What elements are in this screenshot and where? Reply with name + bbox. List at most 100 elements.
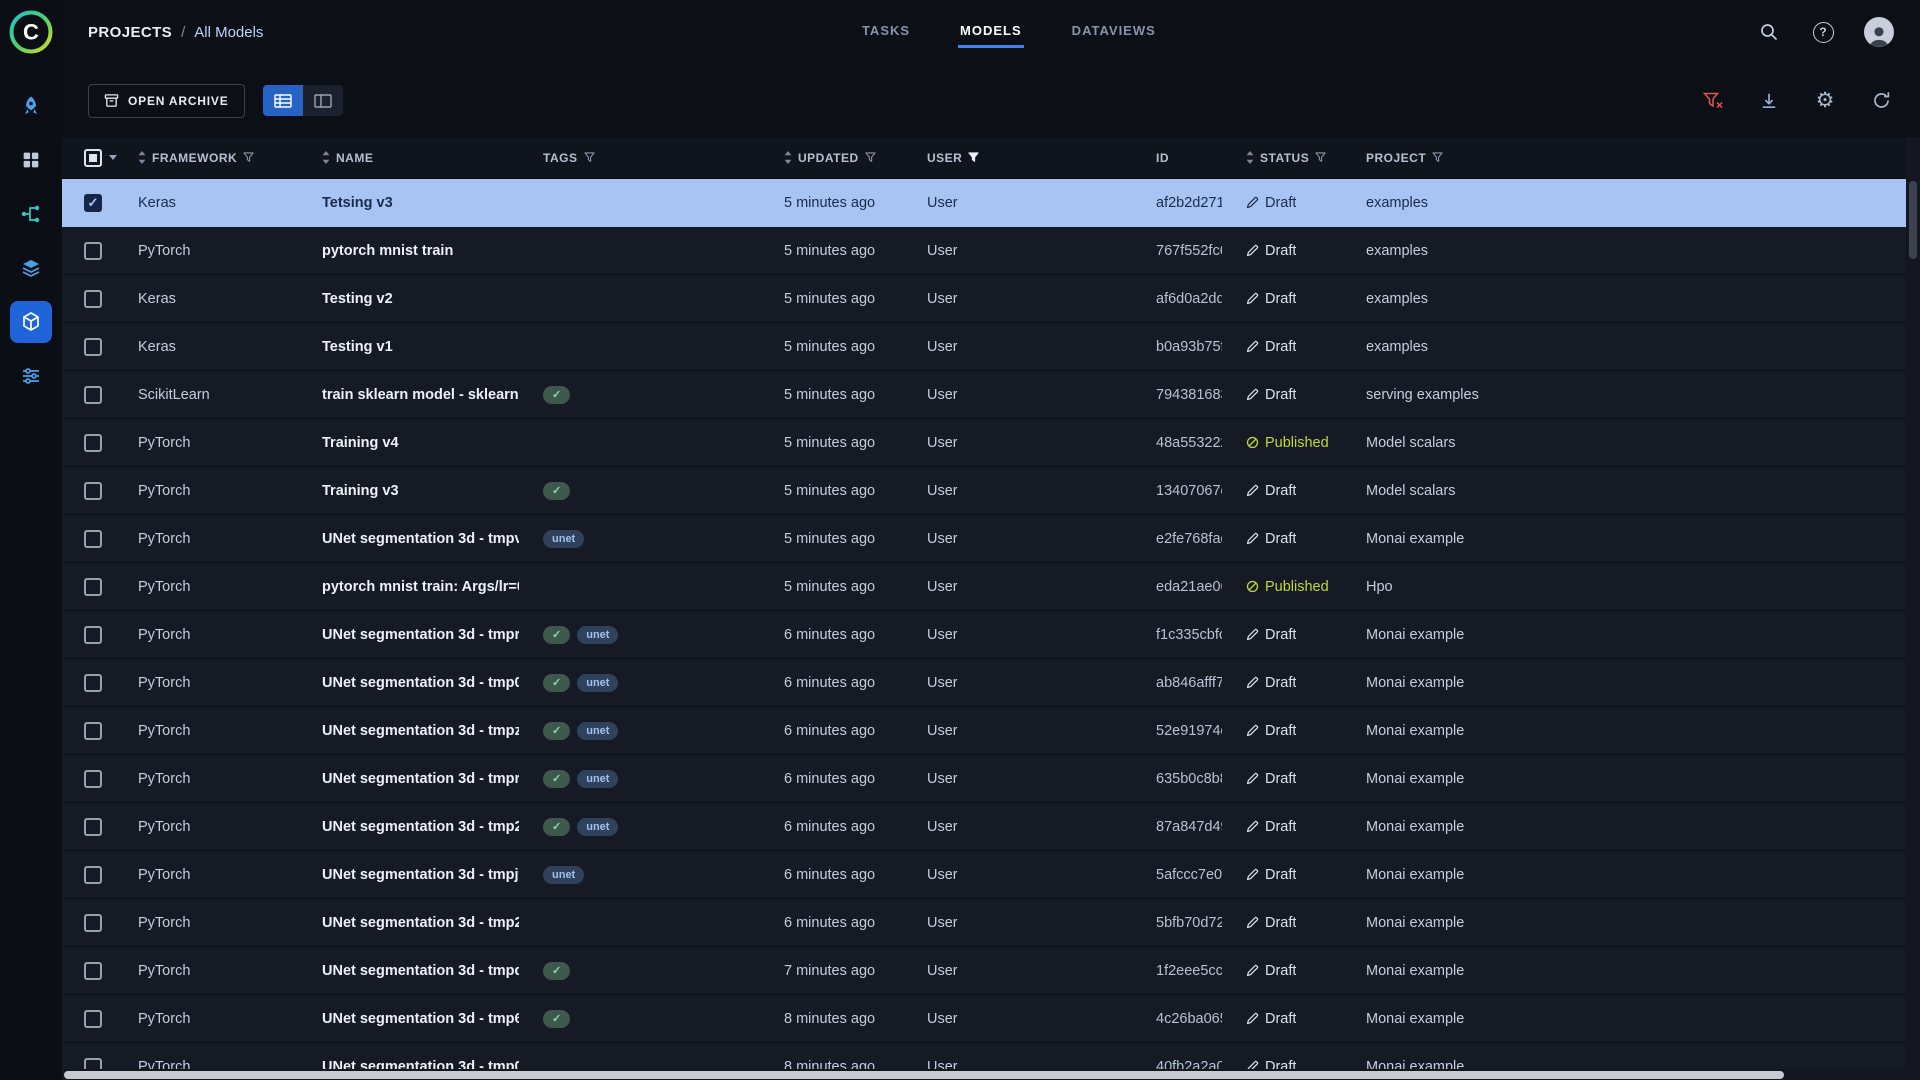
row-checkbox[interactable] — [84, 770, 102, 788]
row-checkbox[interactable] — [84, 962, 102, 980]
row-name[interactable]: UNet segmentation 3d - tmpdm4... — [310, 947, 531, 994]
row-name[interactable]: UNet segmentation 3d - tmp2kr0... — [310, 899, 531, 946]
row-checkbox[interactable] — [84, 386, 102, 404]
row-checkbox[interactable] — [84, 866, 102, 884]
settings-button[interactable]: ⚙ — [1812, 88, 1838, 114]
column-header-framework[interactable]: FRAMEWORK — [126, 137, 310, 178]
column-header-status[interactable]: STATUS — [1234, 137, 1354, 178]
row-name[interactable]: UNet segmentation 3d - tmprb9d... — [310, 611, 531, 658]
tab-dataviews[interactable]: DATAVIEWS — [1070, 0, 1158, 64]
column-header-user[interactable]: USER — [915, 137, 1144, 178]
table-row[interactable]: PyTorchUNet segmentation 3d - tmp0tu...✓… — [62, 659, 1906, 707]
table-row[interactable]: KerasTesting v15 minutes agoUserb0a93b75… — [62, 323, 1906, 371]
clear-filters-button[interactable] — [1700, 88, 1726, 114]
help-button[interactable]: ? — [1810, 19, 1836, 45]
vertical-scrollbar-thumb[interactable] — [1909, 181, 1917, 259]
row-name[interactable]: UNet segmentation 3d - tmp29rf... — [310, 803, 531, 850]
sidebar-item-projects[interactable] — [10, 139, 52, 181]
table-row[interactable]: ScikitLearntrain sklearn model - sklearn… — [62, 371, 1906, 419]
filter-icon[interactable] — [243, 152, 254, 163]
filter-icon[interactable] — [1432, 152, 1443, 163]
row-checkbox[interactable] — [84, 242, 102, 260]
row-name[interactable]: Testing v2 — [310, 275, 531, 322]
row-name[interactable]: UNet segmentation 3d - tmp6fq0... — [310, 995, 531, 1042]
row-name[interactable]: Testing v1 — [310, 323, 531, 370]
select-all-checkbox[interactable] — [84, 149, 102, 167]
row-checkbox[interactable] — [84, 290, 102, 308]
clearml-logo[interactable]: C — [6, 7, 56, 57]
download-button[interactable] — [1756, 88, 1782, 114]
filter-icon[interactable] — [865, 152, 876, 163]
row-name[interactable]: UNet segmentation 3d - tmpzh0... — [310, 707, 531, 754]
row-name[interactable]: Training v4 — [310, 419, 531, 466]
sort-icon[interactable] — [138, 151, 146, 164]
open-archive-button[interactable]: OPEN ARCHIVE — [88, 84, 245, 118]
vertical-scrollbar[interactable] — [1906, 137, 1920, 1080]
row-checkbox[interactable] — [84, 338, 102, 356]
sidebar-item-pipelines[interactable] — [10, 193, 52, 235]
column-header-updated[interactable]: UPDATED — [772, 137, 915, 178]
table-row[interactable]: PyTorchTraining v3✓5 minutes agoUser1340… — [62, 467, 1906, 515]
filter-icon[interactable] — [584, 152, 595, 163]
table-row[interactable]: PyTorchTraining v45 minutes agoUser48a55… — [62, 419, 1906, 467]
select-dropdown-caret-icon[interactable] — [109, 155, 117, 160]
filter-icon[interactable] — [1315, 152, 1326, 163]
tab-models[interactable]: MODELS — [958, 0, 1024, 64]
tab-tasks[interactable]: TASKS — [860, 0, 912, 64]
horizontal-scrollbar[interactable] — [62, 1069, 1906, 1080]
row-name[interactable]: pytorch mnist train: Args/lr=0.01 — [310, 563, 531, 610]
row-checkbox[interactable] — [84, 578, 102, 596]
table-row[interactable]: PyTorchUNet segmentation 3d - tmprrae...… — [62, 755, 1906, 803]
column-header-project[interactable]: PROJECT — [1354, 137, 1906, 178]
table-row[interactable]: PyTorchUNet segmentation 3d - tmpjfjpv..… — [62, 851, 1906, 899]
row-checkbox[interactable] — [84, 530, 102, 548]
table-row[interactable]: PyTorchUNet segmentation 3d - tmpvjhyl..… — [62, 515, 1906, 563]
table-row[interactable]: PyTorchUNet segmentation 3d - tmpzh0...✓… — [62, 707, 1906, 755]
table-row[interactable]: KerasTetsing v35 minutes agoUseraf2b2d27… — [62, 179, 1906, 227]
row-name[interactable]: Training v3 — [310, 467, 531, 514]
sidebar-item-models[interactable] — [10, 301, 52, 343]
table-row[interactable]: PyTorchUNet segmentation 3d - tmprb9d...… — [62, 611, 1906, 659]
row-checkbox[interactable] — [84, 194, 102, 212]
table-row[interactable]: PyTorchUNet segmentation 3d - tmp29rf...… — [62, 803, 1906, 851]
user-avatar[interactable] — [1864, 17, 1894, 47]
row-checkbox[interactable] — [84, 914, 102, 932]
row-checkbox[interactable] — [84, 482, 102, 500]
row-name[interactable]: UNet segmentation 3d - tmp0tu... — [310, 659, 531, 706]
row-name[interactable]: train sklearn model - sklearn-mo... — [310, 371, 531, 418]
search-button[interactable] — [1756, 19, 1782, 45]
breadcrumb-current[interactable]: All Models — [194, 24, 263, 41]
column-header-id[interactable]: ID — [1144, 137, 1234, 178]
row-name[interactable]: pytorch mnist train — [310, 227, 531, 274]
table-row[interactable]: PyTorchpytorch mnist train5 minutes agoU… — [62, 227, 1906, 275]
row-checkbox[interactable] — [84, 626, 102, 644]
sidebar-item-datasets[interactable] — [10, 247, 52, 289]
breadcrumb-projects[interactable]: PROJECTS — [88, 24, 172, 41]
table-row[interactable]: PyTorchUNet segmentation 3d - tmp2kr0...… — [62, 899, 1906, 947]
sort-icon[interactable] — [322, 151, 330, 164]
row-name[interactable]: UNet segmentation 3d - tmprrae... — [310, 755, 531, 802]
table-view-button[interactable] — [263, 85, 303, 116]
filter-icon[interactable] — [968, 152, 979, 163]
table-row[interactable]: PyTorchUNet segmentation 3d - tmpdm4...✓… — [62, 947, 1906, 995]
row-checkbox[interactable] — [84, 1010, 102, 1028]
sort-icon[interactable] — [1246, 151, 1254, 164]
row-checkbox[interactable] — [84, 722, 102, 740]
row-checkbox[interactable] — [84, 674, 102, 692]
sort-icon[interactable] — [784, 151, 792, 164]
sidebar-item-getting-started[interactable] — [10, 85, 52, 127]
row-name[interactable]: Tetsing v3 — [310, 179, 531, 226]
refresh-button[interactable] — [1868, 88, 1894, 114]
horizontal-scrollbar-thumb[interactable] — [64, 1071, 1784, 1079]
row-name[interactable]: UNet segmentation 3d - tmpjfjpv... — [310, 851, 531, 898]
table-row[interactable]: KerasTesting v25 minutes agoUseraf6d0a2d… — [62, 275, 1906, 323]
row-name[interactable]: UNet segmentation 3d - tmpvjhyl... — [310, 515, 531, 562]
card-view-button[interactable] — [303, 85, 343, 116]
row-checkbox[interactable] — [84, 434, 102, 452]
column-header-tags[interactable]: TAGS — [531, 137, 772, 178]
sidebar-item-workers-queues[interactable] — [10, 355, 52, 397]
column-header-name[interactable]: NAME — [310, 137, 531, 178]
row-checkbox[interactable] — [84, 818, 102, 836]
table-row[interactable]: PyTorchpytorch mnist train: Args/lr=0.01… — [62, 563, 1906, 611]
table-row[interactable]: PyTorchUNet segmentation 3d - tmp6fq0...… — [62, 995, 1906, 1043]
